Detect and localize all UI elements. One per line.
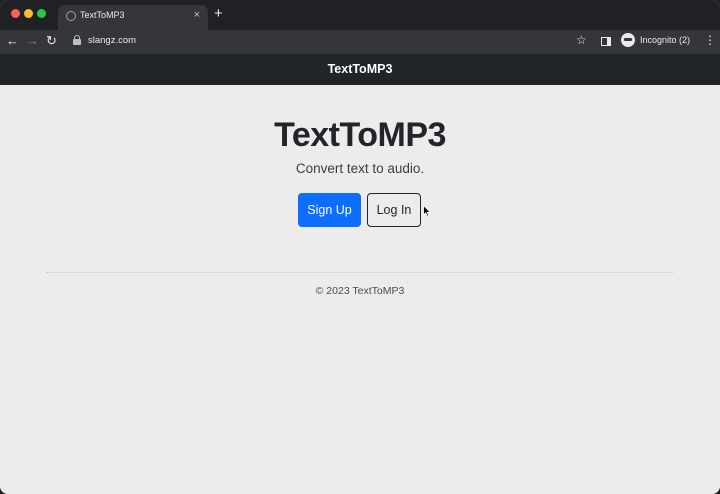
forward-arrow-icon[interactable]: →	[26, 33, 39, 49]
lock-icon[interactable]	[73, 35, 81, 45]
footer-divider	[46, 272, 674, 273]
close-window-button[interactable]	[11, 9, 20, 18]
tab-strip: TextToMP3 × +	[0, 0, 720, 30]
browser-window: TextToMP3 × + ← → ↻ slangz.com ☆ Incogni…	[0, 0, 720, 494]
page-title: TextToMP3	[274, 116, 446, 154]
browser-menu-icon[interactable]: ⋮	[704, 33, 716, 47]
browser-toolbar: ← → ↻ slangz.com ☆ Incognito (2) ⋮	[0, 30, 720, 54]
address-bar[interactable]: slangz.com	[88, 35, 136, 46]
incognito-icon[interactable]	[621, 33, 635, 47]
tab-close-icon[interactable]: ×	[194, 9, 200, 21]
reload-icon[interactable]: ↻	[46, 33, 57, 49]
browser-tab[interactable]: TextToMP3 ×	[58, 5, 208, 30]
footer-copyright: © 2023 TextToMP3	[315, 285, 405, 297]
navbar-brand[interactable]: TextToMP3	[328, 62, 393, 76]
page-subtitle: Convert text to audio.	[295, 161, 425, 176]
globe-icon	[66, 11, 76, 21]
back-arrow-icon[interactable]: ←	[6, 33, 19, 49]
bookmark-star-icon[interactable]: ☆	[576, 33, 587, 47]
site-navbar: TextToMP3	[0, 54, 720, 85]
sign-up-button[interactable]: Sign Up	[298, 193, 361, 227]
maximize-window-button[interactable]	[37, 9, 46, 18]
side-panel-icon[interactable]	[601, 37, 611, 46]
mouse-cursor-icon	[423, 205, 431, 217]
incognito-label[interactable]: Incognito (2)	[640, 35, 690, 45]
page-content: TextToMP3 Convert text to audio. Sign Up…	[0, 85, 720, 494]
new-tab-button[interactable]: +	[214, 6, 223, 22]
minimize-window-button[interactable]	[24, 9, 33, 18]
tab-title: TextToMP3	[80, 10, 125, 20]
log-in-button[interactable]: Log In	[367, 193, 421, 227]
